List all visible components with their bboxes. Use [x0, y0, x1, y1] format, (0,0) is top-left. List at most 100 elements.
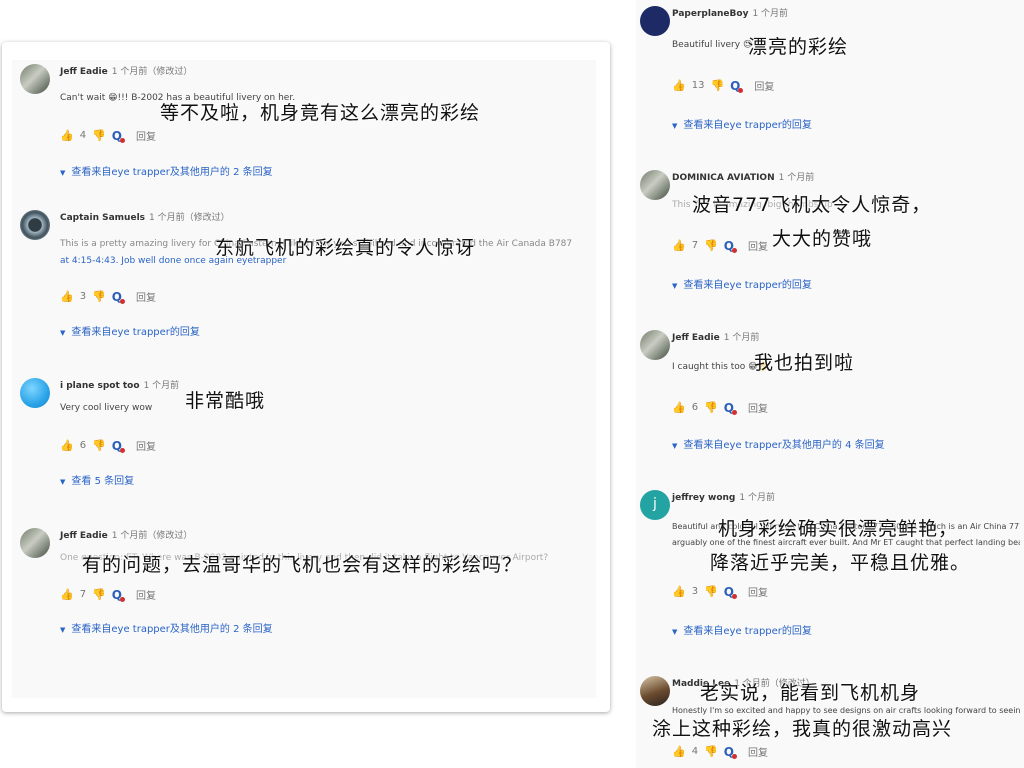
reply-button[interactable]: 回复 [748, 744, 768, 759]
like-count: 6 [691, 402, 699, 413]
translation-overlay: 机身彩绘确实很漂亮鲜艳， [718, 518, 959, 540]
q-reply-icon[interactable]: Q [112, 129, 126, 143]
like-count: 4 [691, 746, 699, 757]
comment-author[interactable]: Captain Samuels 1 个月前（修改过） [60, 210, 230, 223]
comment-body: Honestly I'm so excited and happy to see… [672, 706, 1020, 715]
view-replies-link[interactable]: ▼ 查看 5 条回复 [60, 472, 134, 487]
thumbs-down-icon[interactable]: 👎 [710, 79, 724, 92]
comment-body: Beautiful livery 😍 [672, 40, 753, 50]
q-reply-icon[interactable]: Q [112, 439, 126, 453]
comment-author[interactable]: Jeff Eadie 1 个月前 [672, 330, 759, 343]
view-replies-link[interactable]: ▼ 查看来自eye trapper的回复 [672, 622, 812, 637]
reply-button[interactable]: 回复 [136, 128, 156, 143]
comment: Jeff Eadie 1 个月前 I caught this too 😁👌 👍 6… [640, 330, 1020, 460]
reply-button[interactable]: 回复 [748, 400, 768, 415]
avatar[interactable] [640, 170, 670, 200]
comment-actions: 👍 4 👎 Q 回复 [672, 744, 768, 760]
thumbs-down-icon[interactable]: 👎 [92, 129, 106, 142]
comment-body: Very cool livery wow [60, 403, 153, 413]
q-reply-icon[interactable]: Q [724, 401, 738, 415]
comment-author[interactable]: DOMINICA AVIATION 1 个月前 [672, 170, 814, 183]
view-replies-link[interactable]: ▼ 查看来自eye trapper及其他用户的 4 条回复 [672, 436, 885, 451]
like-count: 3 [79, 291, 87, 302]
avatar[interactable] [20, 210, 50, 240]
avatar[interactable]: j [640, 490, 670, 520]
thumbs-up-icon[interactable]: 👍 [60, 129, 74, 142]
comment-author[interactable]: Jeff Eadie 1 个月前（修改过） [60, 64, 192, 77]
comment-time: 1 个月前（修改过） [111, 531, 193, 541]
like-count: 6 [79, 440, 87, 451]
comment-actions: 👍 7 👎 Q 回复 [60, 587, 156, 603]
thumbs-down-icon[interactable]: 👎 [92, 588, 106, 601]
avatar[interactable] [640, 330, 670, 360]
caret-down-icon: ▼ [60, 478, 66, 486]
view-replies-link[interactable]: ▼ 查看来自eye trapper的回复 [672, 116, 812, 131]
translation-overlay: 有的问题，去温哥华的飞机也会有这样的彩绘吗？ [82, 554, 523, 576]
translation-overlay: 波音777飞机太令人惊奇， [692, 194, 932, 216]
avatar[interactable] [640, 676, 670, 706]
q-reply-icon[interactable]: Q [730, 79, 744, 93]
comment: j jeffrey wong 1 个月前 Beautiful and colorf… [640, 490, 1020, 640]
reply-button[interactable]: 回复 [748, 238, 768, 253]
caret-down-icon: ▼ [672, 282, 678, 290]
q-reply-icon[interactable]: Q [724, 585, 738, 599]
thumbs-up-icon[interactable]: 👍 [60, 290, 74, 303]
thumbs-down-icon[interactable]: 👎 [704, 745, 718, 758]
view-replies-link[interactable]: ▼ 查看来自eye trapper及其他用户的 2 条回复 [60, 620, 273, 635]
caret-down-icon: ▼ [60, 329, 66, 337]
caret-down-icon: ▼ [60, 169, 66, 177]
caret-down-icon: ▼ [672, 628, 678, 636]
avatar[interactable] [20, 528, 50, 558]
q-reply-icon[interactable]: Q [112, 588, 126, 602]
q-reply-icon[interactable]: Q [724, 239, 738, 253]
comment: Maddie Lee 1 个月前（修改过） Honestly I'm so exc… [640, 676, 1020, 768]
thumbs-down-icon[interactable]: 👎 [704, 401, 718, 414]
avatar[interactable] [20, 378, 50, 408]
reply-button[interactable]: 回复 [748, 584, 768, 599]
comment-time: 1 个月前 [143, 381, 180, 391]
like-count: 3 [691, 586, 699, 597]
reply-button[interactable]: 回复 [136, 289, 156, 304]
like-count: 4 [79, 130, 87, 141]
thumbs-up-icon[interactable]: 👍 [672, 239, 686, 252]
thumbs-up-icon[interactable]: 👍 [672, 585, 686, 598]
avatar[interactable] [20, 64, 50, 94]
comment-actions: 👍 3 👎 Q 回复 [672, 584, 768, 600]
comment-time: 1 个月前 [739, 493, 775, 503]
comment: Jeff Eadie 1 个月前（修改过） One question: ET: W… [20, 528, 590, 658]
reply-button[interactable]: 回复 [136, 438, 156, 453]
thumbs-down-icon[interactable]: 👎 [704, 239, 718, 252]
like-count: 13 [691, 80, 705, 91]
reply-button[interactable]: 回复 [754, 78, 774, 93]
thumbs-down-icon[interactable]: 👎 [92, 290, 106, 303]
thumbs-up-icon[interactable]: 👍 [672, 745, 686, 758]
like-count: 7 [79, 589, 87, 600]
comment: DOMINICA AVIATION 1 个月前 This 777 is amazi… [640, 170, 1020, 300]
avatar[interactable] [640, 6, 670, 36]
comment-author[interactable]: Jeff Eadie 1 个月前（修改过） [60, 528, 192, 541]
comment-time: 1 个月前（修改过） [149, 213, 230, 223]
thumbs-down-icon[interactable]: 👎 [704, 585, 718, 598]
reply-button[interactable]: 回复 [136, 587, 156, 602]
q-reply-icon[interactable]: Q [724, 745, 738, 759]
thumbs-up-icon[interactable]: 👍 [672, 401, 686, 414]
translation-overlay: 漂亮的彩绘 [748, 36, 849, 58]
right-comments-panel: PaperplaneBoy 1 个月前 Beautiful livery 😍 👍 … [636, 0, 1024, 768]
comment-actions: 👍 7 👎 Q 回复 [672, 238, 768, 254]
comment-time: 1 个月前 [723, 333, 760, 343]
comment-author[interactable]: jeffrey wong 1 个月前 [672, 490, 775, 503]
view-replies-link[interactable]: ▼ 查看来自eye trapper的回复 [60, 323, 200, 338]
translation-overlay-line2: 大大的赞哦 [772, 228, 873, 250]
comment-actions: 👍 13 👎 Q 回复 [672, 78, 774, 94]
view-replies-link[interactable]: ▼ 查看来自eye trapper及其他用户的 2 条回复 [60, 163, 273, 178]
comment-actions: 👍 4 👎 Q 回复 [60, 128, 156, 144]
thumbs-up-icon[interactable]: 👍 [60, 439, 74, 452]
thumbs-up-icon[interactable]: 👍 [672, 79, 686, 92]
comment: Captain Samuels 1 个月前（修改过） This is a pret… [20, 210, 590, 350]
thumbs-up-icon[interactable]: 👍 [60, 588, 74, 601]
thumbs-down-icon[interactable]: 👎 [92, 439, 106, 452]
view-replies-link[interactable]: ▼ 查看来自eye trapper的回复 [672, 276, 812, 291]
comment-author[interactable]: i plane spot too 1 个月前 [60, 378, 179, 391]
comment-author[interactable]: PaperplaneBoy 1 个月前 [672, 6, 788, 19]
q-reply-icon[interactable]: Q [112, 290, 126, 304]
